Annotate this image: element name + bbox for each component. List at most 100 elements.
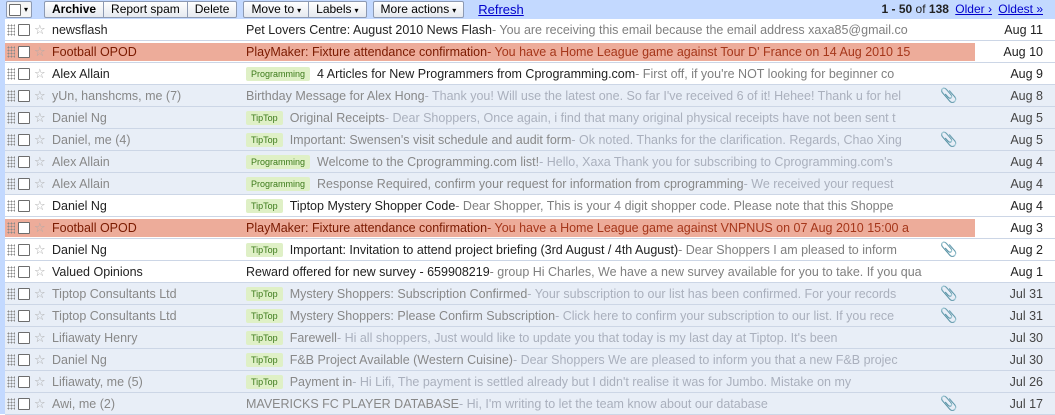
row-checkbox[interactable] bbox=[18, 243, 30, 256]
email-row[interactable]: ☆ Daniel, me (4) TipTop Important: Swens… bbox=[5, 129, 1055, 151]
row-checkbox[interactable] bbox=[18, 199, 30, 212]
delete-button[interactable]: Delete bbox=[187, 1, 238, 18]
email-content[interactable]: TipTop Tiptop Mystery Shopper Code - Dea… bbox=[246, 198, 938, 213]
email-content[interactable]: PlayMaker: Fixture attendance confirmati… bbox=[246, 221, 938, 235]
star-icon[interactable]: ☆ bbox=[34, 243, 48, 256]
email-row[interactable]: ☆ Daniel Ng TipTop Tiptop Mystery Shoppe… bbox=[5, 195, 1055, 217]
star-icon[interactable]: ☆ bbox=[34, 67, 48, 80]
star-icon[interactable]: ☆ bbox=[34, 375, 48, 388]
select-all-checkbox[interactable] bbox=[9, 3, 21, 16]
row-checkbox[interactable] bbox=[18, 133, 30, 146]
star-icon[interactable]: ☆ bbox=[34, 199, 48, 212]
star-icon[interactable]: ☆ bbox=[34, 265, 48, 278]
email-row[interactable]: ☆ Alex Allain Programming Response Requi… bbox=[5, 173, 1055, 195]
drag-handle-icon[interactable] bbox=[7, 23, 15, 36]
row-checkbox[interactable] bbox=[18, 331, 30, 344]
refresh-link[interactable]: Refresh bbox=[478, 2, 524, 17]
drag-handle-icon[interactable] bbox=[7, 331, 15, 344]
star-icon[interactable]: ☆ bbox=[34, 353, 48, 366]
drag-handle-icon[interactable] bbox=[7, 155, 15, 168]
report-spam-button[interactable]: Report spam bbox=[104, 1, 188, 18]
email-content[interactable]: Birthday Message for Alex Hong - Thank y… bbox=[246, 89, 938, 103]
labels-button[interactable]: Labels ▾ bbox=[309, 1, 367, 18]
drag-handle-icon[interactable] bbox=[7, 67, 15, 80]
email-content[interactable]: TipTop F&B Project Available (Western Cu… bbox=[246, 352, 938, 367]
star-icon[interactable]: ☆ bbox=[34, 45, 48, 58]
row-checkbox[interactable] bbox=[18, 287, 30, 300]
drag-handle-icon[interactable] bbox=[7, 89, 15, 102]
drag-handle-icon[interactable] bbox=[7, 243, 15, 256]
row-checkbox[interactable] bbox=[18, 221, 30, 234]
star-icon[interactable]: ☆ bbox=[34, 111, 48, 124]
email-content[interactable]: Pet Lovers Centre: August 2010 News Flas… bbox=[246, 23, 938, 37]
email-row[interactable]: ☆ Tiptop Consultants Ltd TipTop Mystery … bbox=[5, 283, 1055, 305]
email-row[interactable]: ☆ Valued Opinions Reward offered for new… bbox=[5, 261, 1055, 283]
row-checkbox[interactable] bbox=[18, 111, 30, 124]
email-row[interactable]: ☆ Lifiawaty Henry TipTop Farewell - Hi a… bbox=[5, 327, 1055, 349]
row-checkbox[interactable] bbox=[18, 265, 30, 278]
email-content[interactable]: Reward offered for new survey - 65990821… bbox=[246, 265, 938, 279]
email-row[interactable]: ☆ Awi, me (2) MAVERICKS FC PLAYER DATABA… bbox=[5, 393, 1055, 415]
email-content[interactable]: TipTop Mystery Shoppers: Subscription Co… bbox=[246, 286, 938, 301]
row-checkbox[interactable] bbox=[18, 397, 30, 410]
star-icon[interactable]: ☆ bbox=[34, 331, 48, 344]
older-link[interactable]: Older › bbox=[955, 2, 992, 16]
select-all-dropdown[interactable]: ▾ bbox=[6, 1, 33, 18]
email-row[interactable]: ☆ Daniel Ng TipTop Important: Invitation… bbox=[5, 239, 1055, 261]
row-checkbox[interactable] bbox=[18, 375, 30, 388]
row-checkbox[interactable] bbox=[18, 309, 30, 322]
star-icon[interactable]: ☆ bbox=[34, 133, 48, 146]
more-actions-button[interactable]: More actions ▾ bbox=[372, 1, 465, 18]
drag-handle-icon[interactable] bbox=[7, 177, 15, 190]
email-row[interactable]: ☆ Lifiawaty, me (5) TipTop Payment in - … bbox=[5, 371, 1055, 393]
row-checkbox[interactable] bbox=[18, 155, 30, 168]
email-row[interactable]: ☆ newsflash Pet Lovers Centre: August 20… bbox=[5, 19, 1055, 41]
email-content[interactable]: MAVERICKS FC PLAYER DATABASE - Hi, I'm w… bbox=[246, 397, 938, 411]
drag-handle-icon[interactable] bbox=[7, 265, 15, 278]
move-to-button[interactable]: Move to ▾ bbox=[243, 1, 310, 18]
drag-handle-icon[interactable] bbox=[7, 397, 15, 410]
email-content[interactable]: TipTop Mystery Shoppers: Please Confirm … bbox=[246, 308, 938, 323]
archive-button[interactable]: Archive bbox=[44, 1, 105, 18]
drag-handle-icon[interactable] bbox=[7, 133, 15, 146]
email-content[interactable]: Programming Welcome to the Cprogramming.… bbox=[246, 154, 938, 169]
drag-handle-icon[interactable] bbox=[7, 199, 15, 212]
email-row[interactable]: ☆ yUn, hanshcms, me (7) Birthday Message… bbox=[5, 85, 1055, 107]
email-row[interactable]: ☆ Football OPOD PlayMaker: Fixture atten… bbox=[5, 217, 1055, 239]
drag-handle-icon[interactable] bbox=[7, 353, 15, 366]
star-icon[interactable]: ☆ bbox=[34, 23, 48, 36]
chevron-down-icon[interactable]: ▾ bbox=[24, 5, 28, 14]
row-checkbox[interactable] bbox=[18, 23, 30, 36]
email-content[interactable]: TipTop Original Receipts - Dear Shoppers… bbox=[246, 110, 938, 125]
drag-handle-icon[interactable] bbox=[7, 287, 15, 300]
star-icon[interactable]: ☆ bbox=[34, 155, 48, 168]
drag-handle-icon[interactable] bbox=[7, 221, 15, 234]
star-icon[interactable]: ☆ bbox=[34, 287, 48, 300]
star-icon[interactable]: ☆ bbox=[34, 397, 48, 410]
email-content[interactable]: PlayMaker: Fixture attendance confirmati… bbox=[246, 45, 938, 59]
row-checkbox[interactable] bbox=[18, 67, 30, 80]
email-row[interactable]: ☆ Tiptop Consultants Ltd TipTop Mystery … bbox=[5, 305, 1055, 327]
drag-handle-icon[interactable] bbox=[7, 375, 15, 388]
email-content[interactable]: TipTop Important: Invitation to attend p… bbox=[246, 242, 938, 257]
email-content[interactable]: TipTop Payment in - Hi Lifi, The payment… bbox=[246, 374, 938, 389]
email-content[interactable]: Programming Response Required, confirm y… bbox=[246, 176, 938, 191]
star-icon[interactable]: ☆ bbox=[34, 221, 48, 234]
email-row[interactable]: ☆ Daniel Ng TipTop Original Receipts - D… bbox=[5, 107, 1055, 129]
email-content[interactable]: TipTop Farewell - Hi all shoppers, Just … bbox=[246, 330, 938, 345]
email-content[interactable]: Programming 4 Articles for New Programme… bbox=[246, 66, 938, 81]
email-row[interactable]: ☆ Football OPOD PlayMaker: Fixture atten… bbox=[5, 41, 1055, 63]
drag-handle-icon[interactable] bbox=[7, 309, 15, 322]
email-row[interactable]: ☆ Alex Allain Programming 4 Articles for… bbox=[5, 63, 1055, 85]
star-icon[interactable]: ☆ bbox=[34, 177, 48, 190]
row-checkbox[interactable] bbox=[18, 45, 30, 58]
row-checkbox[interactable] bbox=[18, 353, 30, 366]
drag-handle-icon[interactable] bbox=[7, 111, 15, 124]
email-row[interactable]: ☆ Alex Allain Programming Welcome to the… bbox=[5, 151, 1055, 173]
oldest-link[interactable]: Oldest » bbox=[998, 2, 1043, 16]
star-icon[interactable]: ☆ bbox=[34, 89, 48, 102]
star-icon[interactable]: ☆ bbox=[34, 309, 48, 322]
row-checkbox[interactable] bbox=[18, 177, 30, 190]
drag-handle-icon[interactable] bbox=[7, 45, 15, 58]
email-row[interactable]: ☆ Daniel Ng TipTop F&B Project Available… bbox=[5, 349, 1055, 371]
